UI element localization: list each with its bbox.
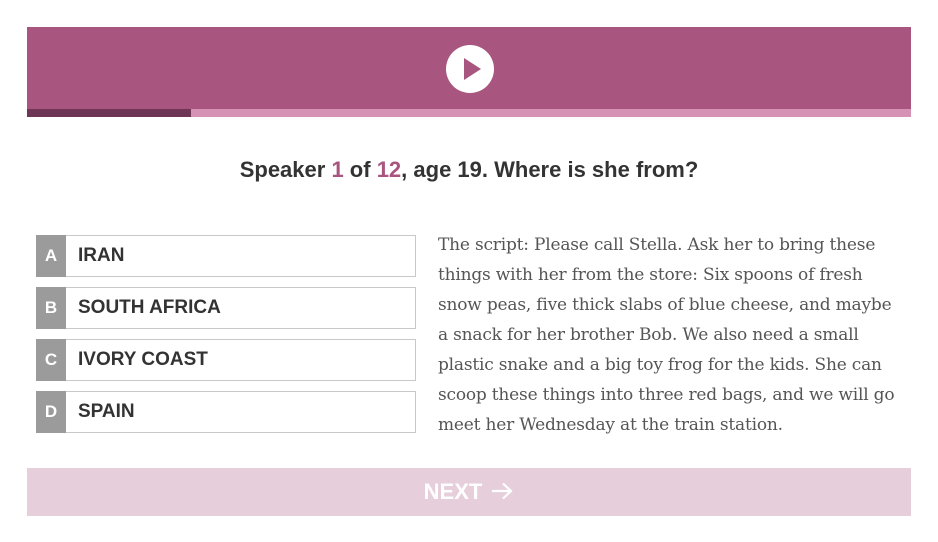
option-letter: A xyxy=(36,235,66,277)
option-a[interactable]: A IRAN xyxy=(36,235,416,277)
next-label: NEXT xyxy=(423,479,483,504)
speaker-total: 12 xyxy=(376,157,402,182)
script-text: The script: Please call Stella. Ask her … xyxy=(438,235,895,435)
play-button[interactable] xyxy=(446,45,494,93)
question-suffix: , age 19. Where is she from? xyxy=(401,157,699,182)
option-b[interactable]: B SOUTH AFRICA xyxy=(36,287,416,329)
arrow-right-icon xyxy=(492,482,513,500)
option-d[interactable]: D SPAIN xyxy=(36,391,416,433)
option-label: IRAN xyxy=(78,245,125,266)
option-letter: B xyxy=(36,287,66,329)
next-button[interactable]: NEXT xyxy=(27,468,911,516)
progress-bar[interactable] xyxy=(27,109,911,117)
option-label: IVORY COAST xyxy=(78,349,208,370)
speaker-current: 1 xyxy=(331,157,344,182)
answer-options: A IRAN B SOUTH AFRICA C IVORY COAST D SP… xyxy=(36,235,416,443)
option-letter: C xyxy=(36,339,66,381)
option-label: SPAIN xyxy=(78,401,135,422)
progress-fill xyxy=(27,109,191,117)
play-icon xyxy=(464,58,481,80)
next-content: NEXT xyxy=(424,480,515,504)
audio-player xyxy=(27,27,911,117)
option-c[interactable]: C IVORY COAST xyxy=(36,339,416,381)
question-heading: Speaker 1 of 12, age 19. Where is she fr… xyxy=(27,157,911,183)
question-prefix: Speaker xyxy=(239,157,332,182)
option-label: SOUTH AFRICA xyxy=(78,297,221,318)
option-letter: D xyxy=(36,391,66,433)
question-of: of xyxy=(343,157,377,182)
